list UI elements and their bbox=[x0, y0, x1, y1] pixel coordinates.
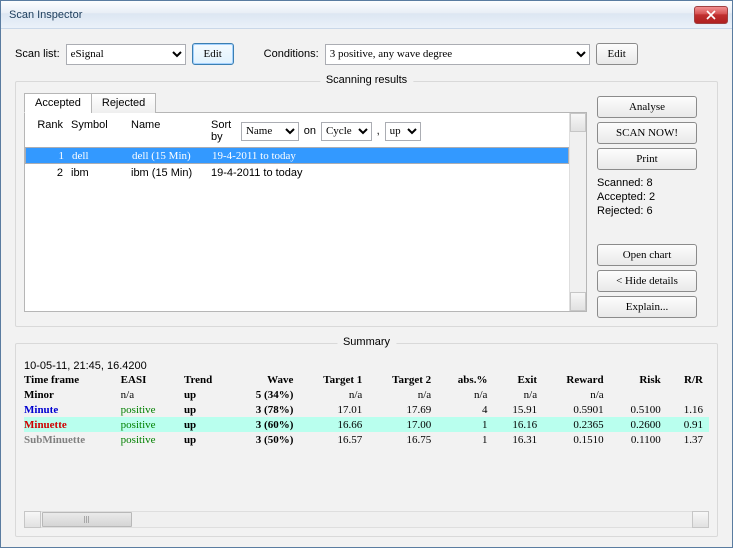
sort-on-label: on bbox=[304, 125, 316, 137]
header-sort: Sort by Name on Cycle , up bbox=[211, 119, 431, 143]
summary-scrollbar[interactable] bbox=[24, 511, 709, 528]
rejected-text: Rejected: 6 bbox=[597, 204, 709, 218]
window-title: Scan Inspector bbox=[9, 9, 694, 21]
titlebar[interactable]: Scan Inspector bbox=[1, 1, 732, 29]
sort-dir-select[interactable]: up bbox=[385, 122, 421, 141]
header-name[interactable]: Name bbox=[131, 119, 211, 143]
edit-scan-list-button[interactable]: Edit bbox=[192, 43, 234, 65]
open-chart-button[interactable]: Open chart bbox=[597, 244, 697, 266]
summary-header: Target 2 bbox=[368, 372, 437, 387]
summary-row: Minuette positive up 3 (60%)16.6617.001 … bbox=[24, 417, 709, 432]
print-button[interactable]: Print bbox=[597, 148, 697, 170]
results-list: Rank Symbol Name Sort by Name on Cycle ,… bbox=[24, 112, 587, 312]
sort-field-select[interactable]: Name bbox=[241, 122, 299, 141]
window: Scan Inspector Scan list: eSignal Edit C… bbox=[0, 0, 733, 548]
scroll-left-icon[interactable] bbox=[24, 511, 41, 528]
summary-table: Time frameEASITrendWaveTarget 1Target 2a… bbox=[24, 372, 709, 447]
list-row[interactable]: 2 ibm ibm (15 Min) 19-4-2011 to today bbox=[25, 164, 569, 181]
header-symbol[interactable]: Symbol bbox=[71, 119, 131, 143]
tab-rejected[interactable]: Rejected bbox=[91, 93, 156, 113]
summary-meta: 10-05-11, 21:45, 16.4200 bbox=[24, 360, 709, 372]
explain-button[interactable]: Explain... bbox=[597, 296, 697, 318]
summary-header: R/R bbox=[667, 372, 709, 387]
summary-header: Trend bbox=[178, 372, 232, 387]
analyse-button[interactable]: Analyse bbox=[597, 96, 697, 118]
summary-row: Minute positive up 3 (78%)17.0117.694 15… bbox=[24, 402, 709, 417]
close-button[interactable] bbox=[694, 6, 728, 24]
tabs: Accepted Rejected bbox=[24, 93, 587, 113]
list-scrollbar[interactable] bbox=[569, 113, 586, 311]
summary-header: Exit bbox=[493, 372, 543, 387]
conditions-label: Conditions: bbox=[264, 48, 319, 60]
close-icon bbox=[706, 10, 716, 20]
edit-conditions-button[interactable]: Edit bbox=[596, 43, 638, 65]
summary-header: EASI bbox=[115, 372, 178, 387]
summary-row: Minor n/a up 5 (34%)n/an/an/a n/an/a bbox=[24, 387, 709, 402]
scroll-right-icon[interactable] bbox=[692, 511, 709, 528]
summary-legend: Summary bbox=[337, 336, 396, 348]
conditions-select[interactable]: 3 positive, any wave degree bbox=[325, 44, 590, 65]
results-legend: Scanning results bbox=[320, 74, 413, 86]
toolbar-row: Scan list: eSignal Edit Conditions: 3 po… bbox=[15, 43, 718, 65]
scan-list-select[interactable]: eSignal bbox=[66, 44, 186, 65]
scan-now-button[interactable]: SCAN NOW! bbox=[597, 122, 697, 144]
stats-block: Scanned: 8 Accepted: 2 Rejected: 6 bbox=[597, 176, 709, 218]
summary-header: Target 1 bbox=[299, 372, 368, 387]
results-pane: Accepted Rejected Rank Symbol Name Sort … bbox=[24, 92, 587, 318]
list-row[interactable]: 1 dell dell (15 Min) 19-4-2011 to today bbox=[25, 147, 569, 164]
summary-header: abs.% bbox=[437, 372, 493, 387]
scanned-text: Scanned: 8 bbox=[597, 176, 709, 190]
summary-header: Risk bbox=[610, 372, 667, 387]
header-rank[interactable]: Rank bbox=[31, 119, 71, 143]
summary-header: Reward bbox=[543, 372, 610, 387]
body: Scan list: eSignal Edit Conditions: 3 po… bbox=[1, 29, 732, 547]
sort-by-label: Sort by bbox=[211, 119, 236, 143]
summary-header: Wave bbox=[232, 372, 299, 387]
summary-fieldset: Summary 10-05-11, 21:45, 16.4200 Time fr… bbox=[15, 343, 718, 537]
results-fieldset: Scanning results Accepted Rejected Rank … bbox=[15, 81, 718, 327]
scroll-thumb[interactable] bbox=[42, 512, 132, 527]
scan-list-label: Scan list: bbox=[15, 48, 60, 60]
summary-row: SubMinuette positive up 3 (50%)16.5716.7… bbox=[24, 432, 709, 447]
hide-details-button[interactable]: < Hide details bbox=[597, 270, 697, 292]
sort-cycle-select[interactable]: Cycle bbox=[321, 122, 372, 141]
accepted-text: Accepted: 2 bbox=[597, 190, 709, 204]
tab-accepted[interactable]: Accepted bbox=[24, 93, 92, 113]
side-column: Analyse SCAN NOW! Print Scanned: 8 Accep… bbox=[597, 92, 709, 318]
list-header: Rank Symbol Name Sort by Name on Cycle ,… bbox=[25, 113, 569, 147]
summary-header: Time frame bbox=[24, 372, 115, 387]
